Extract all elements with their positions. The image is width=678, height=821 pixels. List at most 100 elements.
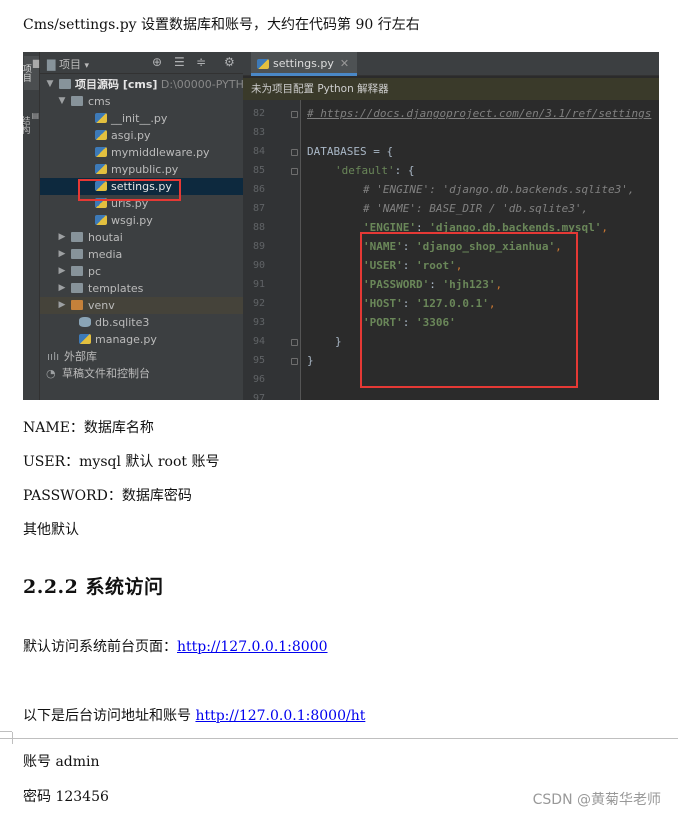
tree-item-label: asgi.py: [111, 129, 151, 142]
chevron-right-icon[interactable]: ▶: [57, 280, 67, 297]
intro-text: Cms/settings.py 设置数据库和账号，大约在代码第 90 行左右: [23, 17, 420, 33]
backend-paragraph: 以下是后台访问地址和账号 http://127.0.0.1:8000/ht: [23, 708, 366, 724]
tree-item-pc[interactable]: ▶ pc: [40, 263, 243, 280]
scratch-icon: ◔: [46, 367, 56, 380]
tree-item-manage[interactable]: manage.py: [40, 331, 243, 348]
chevron-right-icon[interactable]: ▶: [57, 297, 67, 314]
chevron-down-icon[interactable]: ▼: [45, 76, 55, 93]
tree-item-label: 项目源码 [cms]: [75, 78, 158, 91]
interpreter-warning-bar: 未为项目配置 Python 解释器: [243, 78, 659, 100]
tree-item-mymiddleware[interactable]: mymiddleware.py: [40, 144, 243, 161]
fold-marker-icon[interactable]: [291, 168, 298, 175]
editor-tab-bar: settings.py ✕: [243, 52, 659, 76]
tree-item-db-sqlite3[interactable]: db.sqlite3: [40, 314, 243, 331]
ide-side-strip: ▇ 项目 ▤ 结构: [23, 52, 40, 400]
tree-item-label: 外部库: [64, 350, 97, 363]
tree-item-label: venv: [88, 299, 115, 312]
python-file-icon: [257, 59, 269, 69]
frontend-link[interactable]: http://127.0.0.1:8000: [177, 639, 328, 655]
folder-icon: [71, 300, 83, 310]
close-icon[interactable]: ✕: [340, 57, 349, 70]
library-icon: ıılı: [47, 350, 60, 363]
chevron-right-icon[interactable]: ▶: [57, 263, 67, 280]
gear-icon[interactable]: ⚙: [224, 55, 235, 69]
page-break-line: [0, 738, 678, 739]
chevron-right-icon[interactable]: ▶: [57, 229, 67, 246]
frontend-paragraph: 默认访问系统前台页面：http://127.0.0.1:8000: [23, 639, 328, 655]
password-description: PASSWORD：数据库密码: [23, 488, 192, 504]
user-description: USER：mysql 默认 root 账号: [23, 454, 220, 470]
account-text: 账号 admin: [23, 754, 100, 770]
tree-item-templates[interactable]: ▶ templates: [40, 280, 243, 297]
tree-item-label: 草稿文件和控制台: [62, 367, 150, 380]
code-line-82: # https://docs.djangoproject.com/en/3.1/…: [307, 107, 652, 120]
line-number-gutter: 82 83 84 85 86 87 88 89 90 91 92 93 94 9…: [243, 100, 301, 400]
folder-icon: [59, 79, 71, 89]
structure-icon: ▤: [31, 111, 39, 120]
collapse-all-icon[interactable]: ≑: [196, 55, 206, 69]
expand-all-icon[interactable]: ☰: [174, 55, 185, 69]
fold-marker-icon[interactable]: [291, 111, 298, 118]
tree-item-media[interactable]: ▶ media: [40, 246, 243, 263]
code-line-94: }: [335, 335, 342, 348]
project-toolbar: ▇ 项目 ▾ ⊕ ☰ ≑ ⚙: [40, 52, 243, 74]
fold-marker-icon[interactable]: [291, 358, 298, 365]
locate-icon[interactable]: ⊕: [152, 55, 162, 69]
folder-icon: ▇: [32, 59, 39, 68]
password-text: 密码 123456: [23, 789, 109, 805]
tree-item-cms[interactable]: ▼ cms: [40, 93, 243, 110]
tree-item-asgi[interactable]: asgi.py: [40, 127, 243, 144]
project-title[interactable]: ▇ 项目 ▾: [47, 56, 89, 72]
tree-item-scratches[interactable]: ◔ 草稿文件和控制台: [40, 365, 243, 382]
python-file-icon: [95, 130, 107, 140]
tree-item-label: houtai: [88, 231, 123, 244]
folder-icon: [71, 283, 83, 293]
tree-item-label: __init__.py: [111, 112, 168, 125]
tree-item-project-root[interactable]: ▼ 项目源码 [cms] D:\00000-PYTHO: [40, 76, 253, 93]
chevron-down-icon: ▾: [84, 61, 89, 71]
ide-screenshot: ▇ 项目 ▤ 结构 ▇ 项目 ▾ ⊕ ☰ ≑ ⚙ ▼ 项目源码 [cms] D:\0…: [23, 52, 659, 400]
tab-settings-py[interactable]: settings.py ✕: [251, 52, 358, 76]
code-line-85: 'default': {: [335, 164, 415, 177]
tree-item-label: pc: [88, 265, 102, 278]
code-line-95: }: [307, 354, 314, 367]
side-tab-project[interactable]: ▇ 项目: [23, 56, 39, 90]
backend-link[interactable]: http://127.0.0.1:8000/ht: [195, 708, 365, 724]
csdn-watermark: CSDN @黄菊华老师: [532, 792, 661, 808]
fold-marker-icon[interactable]: [291, 149, 298, 156]
tree-item-houtai[interactable]: ▶ houtai: [40, 229, 243, 246]
folder-icon: [71, 249, 83, 259]
code-line-84: DATABASES = {: [307, 145, 394, 158]
other-description: 其他默认: [23, 522, 79, 538]
section-heading: 2.2.2 系统访问: [23, 576, 164, 598]
tree-item-venv[interactable]: ▶ venv: [40, 297, 243, 314]
python-file-icon: [79, 334, 91, 344]
tree-item-label: mymiddleware.py: [111, 146, 210, 159]
tree-item-path: D:\00000-PYTHO: [160, 78, 253, 91]
python-file-icon: [95, 215, 107, 225]
tree-item-label: templates: [88, 282, 144, 295]
folder-icon: [71, 96, 83, 106]
project-panel: ▇ 项目 ▾ ⊕ ☰ ≑ ⚙ ▼ 项目源码 [cms] D:\00000-PYT…: [40, 52, 253, 400]
tree-item-label: db.sqlite3: [95, 316, 150, 329]
tree-item-mypublic[interactable]: mypublic.py: [40, 161, 243, 178]
name-description: NAME：数据库名称: [23, 420, 154, 436]
fold-marker-icon[interactable]: [291, 339, 298, 346]
tree-item-wsgi[interactable]: wsgi.py: [40, 212, 243, 229]
code-line-86: # 'ENGINE': 'django.db.backends.sqlite3'…: [363, 183, 635, 196]
folder-icon: [71, 266, 83, 276]
tree-item-label: mypublic.py: [111, 163, 179, 176]
database-file-icon: [79, 317, 91, 327]
chevron-down-icon[interactable]: ▼: [57, 93, 67, 110]
tree-item-external-libraries[interactable]: ıılı 外部库: [40, 348, 243, 365]
tree-item-label: manage.py: [95, 333, 157, 346]
database-config-highlight: [360, 232, 578, 388]
tree-item-label: media: [88, 248, 123, 261]
code-line-87: # 'NAME': BASE_DIR / 'db.sqlite3',: [363, 202, 589, 215]
page-corner-mark: [0, 731, 12, 732]
python-file-icon: [95, 147, 107, 157]
chevron-right-icon[interactable]: ▶: [57, 246, 67, 263]
side-tab-structure[interactable]: ▤ 结构: [23, 108, 39, 142]
tree-item-init[interactable]: __init__.py: [40, 110, 243, 127]
python-file-icon: [95, 113, 107, 123]
